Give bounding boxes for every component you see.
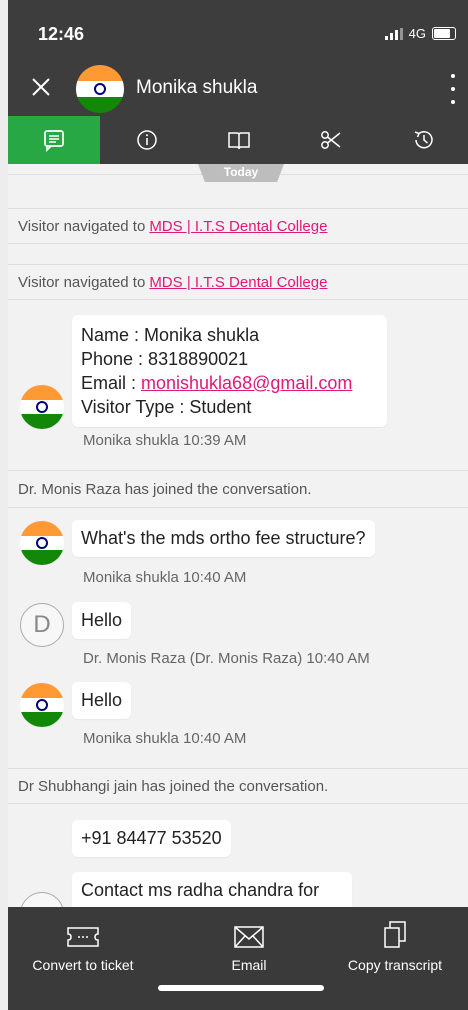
copy-icon <box>384 921 406 948</box>
avatar <box>20 521 64 565</box>
message-meta: Monika shukla 10:39 AM <box>83 432 247 449</box>
chat-transcript[interactable]: Today Visitor navigated to MDS | I.T.S D… <box>8 164 468 907</box>
battery-icon <box>432 27 456 40</box>
message-bubble: Hello <box>72 602 132 639</box>
tab-info[interactable] <box>100 116 192 164</box>
chat-icon <box>44 130 65 153</box>
avatar <box>20 385 64 429</box>
visitor-phone: Phone : 8318890021 <box>81 349 249 369</box>
page-link[interactable]: MDS | I.T.S Dental College <box>149 274 327 291</box>
page-title: Monika shukla <box>136 77 258 98</box>
visitor-name: Name : Monika shukla <box>81 325 260 345</box>
date-divider: Today <box>198 164 284 182</box>
tab-bar <box>8 116 468 164</box>
join-event: Dr Shubhangi jain has joined the convers… <box>8 768 468 804</box>
info-icon <box>136 130 157 150</box>
book-icon <box>228 132 250 150</box>
navigation-event: Visitor navigated to MDS | I.T.S Dental … <box>8 264 468 300</box>
signal-icon <box>384 27 403 40</box>
tab-knowledge[interactable] <box>193 116 285 164</box>
tab-canned[interactable] <box>285 116 377 164</box>
chat-header: Monika shukla <box>8 60 468 116</box>
visitor-email: Email : monishukla68@gmail.com <box>81 373 353 393</box>
avatar <box>20 683 64 727</box>
scissors-icon <box>321 131 341 149</box>
network-label: 4G <box>408 26 426 41</box>
join-event: Dr. Monis Raza has joined the conversati… <box>8 470 468 508</box>
navigation-event: Visitor navigated to MDS | I.T.S Dental … <box>8 208 468 244</box>
message-bubble: What's the mds ortho fee structure? <box>72 520 375 557</box>
avatar: D <box>20 603 64 647</box>
message-bubble: Contact ms radha chandra for <box>72 872 352 907</box>
action-bar: Convert to ticket Email Copy transcript <box>8 907 468 1010</box>
status-indicators: 4G <box>384 26 456 41</box>
avatar <box>76 65 124 113</box>
avatar <box>20 892 64 907</box>
mail-icon <box>234 926 264 948</box>
status-time: 12:46 <box>38 24 85 44</box>
tab-history[interactable] <box>378 116 468 164</box>
status-bar: 12:46 4G <box>8 0 468 60</box>
message-meta: Monika shukla 10:40 AM <box>83 730 247 747</box>
app-frame: 12:46 4G Monika shukla Today Visitor nav… <box>8 0 468 1010</box>
ticket-icon <box>67 927 99 947</box>
message-bubble: +91 84477 53520 <box>72 820 231 857</box>
copy-transcript-button[interactable]: Copy transcript <box>320 907 468 973</box>
kebab-menu-icon[interactable] <box>450 74 456 104</box>
visitor-type: Visitor Type : Student <box>81 397 252 417</box>
page-link[interactable]: MDS | I.T.S Dental College <box>149 218 327 235</box>
email-button[interactable]: Email <box>174 907 324 973</box>
convert-to-ticket-button[interactable]: Convert to ticket <box>8 907 158 973</box>
history-icon <box>414 131 433 149</box>
message-bubble: Hello <box>72 682 132 719</box>
email-link[interactable]: monishukla68@gmail.com <box>141 373 352 393</box>
close-icon[interactable] <box>24 72 58 106</box>
message-meta: Monika shukla 10:40 AM <box>83 569 247 586</box>
visitor-info-card: Name : Monika shukla Phone : 8318890021 … <box>72 315 387 427</box>
tab-chat[interactable] <box>8 116 101 164</box>
home-indicator[interactable] <box>158 985 324 991</box>
message-meta: Dr. Monis Raza (Dr. Monis Raza) 10:40 AM <box>83 650 370 667</box>
